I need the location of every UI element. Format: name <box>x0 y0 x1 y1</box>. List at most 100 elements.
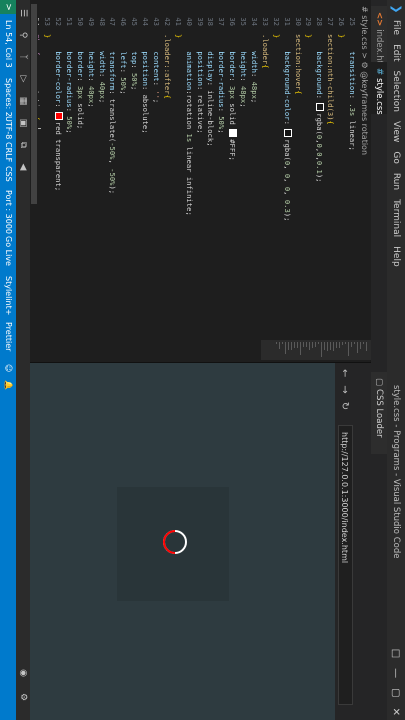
settings-gear-icon[interactable]: ⚙ <box>17 690 29 704</box>
menu-view[interactable]: View <box>391 121 401 142</box>
code-line[interactable]: 29} <box>303 0 314 340</box>
menu-selection[interactable]: Selection <box>391 71 401 112</box>
code-line[interactable]: 34 width: 48px; <box>248 0 259 340</box>
forward-icon[interactable]: → <box>340 385 351 393</box>
code-line[interactable]: 39 position: relative; <box>194 0 205 340</box>
code-line[interactable]: 38 display: inline-block; <box>205 0 215 340</box>
url-input[interactable]: http://127.0.0.1:3000/index.html <box>338 425 353 705</box>
code-text: .loader{ <box>260 34 270 69</box>
code-line[interactable]: 42 .loader::after{ <box>161 0 172 340</box>
line-number: 53 <box>43 17 53 26</box>
line-number: 29 <box>304 17 314 26</box>
code-line[interactable]: 33 .loader{ <box>259 0 270 340</box>
maximize-icon[interactable]: ▢ <box>391 688 402 697</box>
code-line[interactable]: 30 section:hover{ <box>292 0 303 340</box>
minimap-line <box>342 342 343 345</box>
language-status[interactable]: CSS <box>0 166 16 182</box>
minimap-line <box>315 342 316 348</box>
run-debug-icon[interactable]: ▷ <box>17 72 29 86</box>
line-number: 27 <box>326 17 336 26</box>
code-line[interactable]: 25 transition: .3s linear; <box>346 0 357 340</box>
tab-style-css[interactable]: # style.css <box>371 62 387 115</box>
tab-label: CSS Loader <box>374 389 384 438</box>
code-line[interactable]: 32} <box>270 0 281 340</box>
indentation-status[interactable]: Spaces: 2 <box>0 78 16 117</box>
horizontal-scrollbar[interactable] <box>30 0 38 340</box>
minimap-line <box>339 342 340 348</box>
code-line[interactable]: 31 background-color: rgba(0, 0, 0, 0.3); <box>281 0 292 340</box>
line-number: 45 <box>130 17 140 26</box>
stylelint-status[interactable]: Stylelint+ <box>0 276 16 315</box>
feedback-icon[interactable]: ☺ <box>0 364 16 372</box>
css-icon: # <box>374 68 384 76</box>
breadcrumb[interactable]: # style.css > ⚙ @keyframes rotation <box>357 0 371 366</box>
code-line[interactable]: 51 border-radius: 50%; <box>63 0 74 340</box>
notifications-icon[interactable]: 🔔 <box>0 380 16 390</box>
code-line[interactable]: 48 width: 40px; <box>96 0 107 340</box>
minimap-line <box>309 342 310 351</box>
explorer-icon[interactable]: ☰ <box>17 6 29 20</box>
encoding-status[interactable]: UTF-8 <box>0 116 16 139</box>
extensions-icon[interactable]: ▦ <box>17 94 29 108</box>
account-icon[interactable]: ◉ <box>17 666 29 680</box>
minimap-line <box>318 342 319 344</box>
code-text: left: 50%; <box>119 51 129 95</box>
minimap[interactable] <box>30 340 371 360</box>
code-text: } <box>337 34 347 39</box>
code-text: background-color: rgba(0, 0, 0, 0.3); <box>282 51 292 222</box>
layout-icon[interactable]: □ <box>391 649 402 658</box>
code-line[interactable]: 26} <box>335 0 346 340</box>
menu-go[interactable]: Go <box>391 151 401 163</box>
code-lines[interactable]: 25 transition: .3s linear; 26} 27 section:n… <box>19 0 357 340</box>
minimize-icon[interactable]: — <box>391 668 402 678</box>
code-editor[interactable]: # style.css > ⚙ @keyframes rotation 25 t… <box>21 0 371 360</box>
code-line[interactable]: 50 border: 3px solid; <box>74 0 85 340</box>
line-number: 48 <box>97 17 107 26</box>
code-text: position: absolute; <box>141 51 151 134</box>
remote-indicator-icon[interactable]: >< <box>0 0 16 14</box>
code-line[interactable]: 41} <box>172 0 183 340</box>
code-line[interactable]: 44 position: absolute; <box>139 0 150 340</box>
code-text: height: 40px; <box>86 51 96 108</box>
remote-explorer-icon[interactable]: ▣ <box>17 116 29 130</box>
code-line[interactable]: 35 height: 48px; <box>237 0 248 340</box>
prettier-status[interactable]: Prettier <box>0 322 16 351</box>
code-line[interactable]: 40 animation:rotation 1s linear infinite… <box>183 0 194 340</box>
code-line[interactable]: 47 transform: translate(-50%, -50%); <box>107 0 117 340</box>
code-text: animation:rotation 1s linear infinite; <box>184 51 194 216</box>
reload-icon[interactable]: ↻ <box>340 402 351 410</box>
code-line[interactable]: 37 border-radius: 50%; <box>215 0 226 340</box>
code-line[interactable]: 46 left: 50%; <box>117 0 128 340</box>
code-line[interactable]: 53} <box>41 0 52 340</box>
code-line[interactable]: 36 border: 3px solid #FFF; <box>226 0 238 340</box>
live-share-icon[interactable]: ◀ <box>17 160 29 174</box>
scrollbar-thumb[interactable] <box>31 4 37 204</box>
code-line[interactable]: 43 content: ''; <box>150 0 161 340</box>
code-line[interactable]: 49 height: 40px; <box>85 0 96 340</box>
menu-file[interactable]: File <box>391 20 401 35</box>
cursor-position[interactable]: Ln 54, Col 3 <box>0 20 16 68</box>
code-line[interactable]: 52 border-color: red transparent; <box>52 0 63 340</box>
tab-css-loader-preview[interactable]: ▢ CSS Loader <box>371 372 387 454</box>
tab-label: style.css <box>374 78 384 115</box>
source-control-icon[interactable]: ᛉ <box>17 50 29 64</box>
line-number: 32 <box>271 17 281 26</box>
eol-status[interactable]: CRLF <box>0 142 16 162</box>
menu-terminal[interactable]: Terminal <box>391 199 401 237</box>
menu-help[interactable]: Help <box>391 246 401 267</box>
close-icon[interactable]: ✕ <box>391 708 402 716</box>
minimap-line <box>357 342 358 354</box>
live-server-port[interactable]: Port : 3000 <box>0 190 16 234</box>
back-icon[interactable]: ← <box>340 369 351 377</box>
menu-run[interactable]: Run <box>391 173 401 190</box>
go-live-button[interactable]: Go Live <box>0 236 16 266</box>
code-line[interactable]: 28 background: rgba(0,0,0,0.1); <box>313 0 325 340</box>
menu-edit[interactable]: Edit <box>391 44 401 61</box>
minimap-line <box>336 342 337 348</box>
code-line[interactable]: 45 top: 50%; <box>128 0 139 340</box>
vscode-logo-icon: ❯ <box>390 4 403 14</box>
sharing-icon[interactable]: ⧉ <box>17 138 29 152</box>
minimap-line <box>285 342 286 354</box>
search-icon[interactable]: ⚲ <box>17 28 29 42</box>
code-line[interactable]: 27 section:nth-child(3){ <box>324 0 335 340</box>
